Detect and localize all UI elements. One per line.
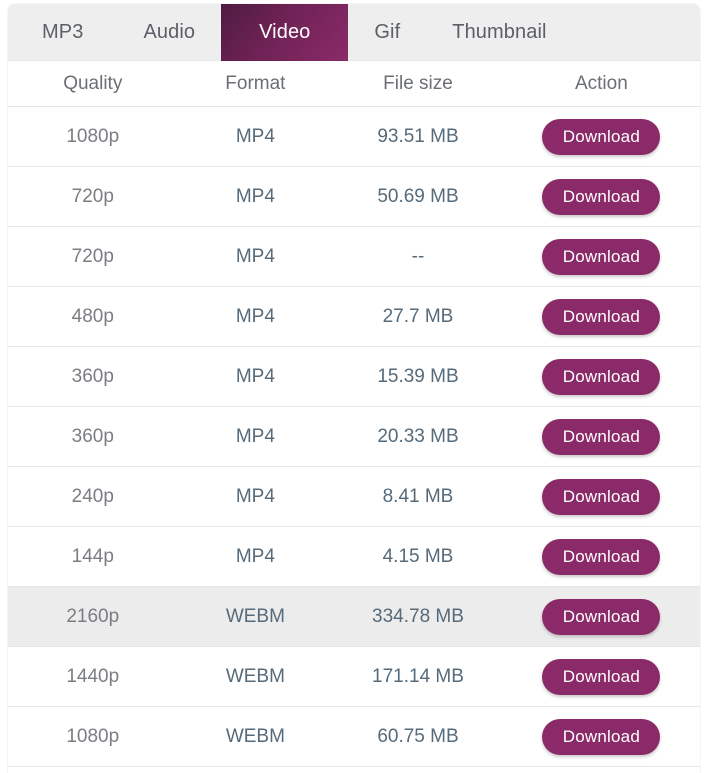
cell-file-size (333, 767, 503, 773)
cell-file-size: 171.14 MB (372, 665, 464, 687)
download-options-table: Quality Format File size Action 1080p MP4… (8, 61, 700, 773)
cell-format: MP4 (235, 365, 275, 387)
table-header: Quality Format File size Action (8, 61, 700, 107)
cell-action: Download (503, 647, 700, 707)
download-button[interactable]: Download (542, 178, 661, 215)
tab-thumbnail[interactable]: Thumbnail (426, 4, 572, 61)
cell-format: MP4 (235, 125, 275, 147)
tab-audio[interactable]: Audio (117, 4, 221, 61)
column-header-quality: Quality (8, 61, 178, 107)
download-button[interactable]: Download (542, 538, 661, 575)
cell-format: MP4 (235, 185, 275, 207)
cell-action: Download (503, 347, 700, 407)
cell-quality: 144p (71, 545, 114, 567)
cell-format: MP4 (235, 245, 275, 267)
download-table-container: Quality Format File size Action 1080p MP4… (8, 61, 700, 773)
cell-format: MP4 (235, 305, 275, 327)
cell-action: Download (503, 707, 700, 767)
cell-action: Download (503, 407, 700, 467)
cell-format: WEBM (225, 665, 285, 687)
cell-quality: 360p (71, 425, 114, 447)
tab-mp3[interactable]: MP3 (8, 4, 117, 61)
table-row[interactable]: 1080p MP4 93.51 MB Download (8, 106, 700, 167)
cell-quality: 1080p (66, 725, 120, 747)
table-row[interactable]: 1080p WEBM 60.75 MB Download (8, 706, 700, 767)
cell-quality (8, 767, 178, 773)
table-row[interactable]: 144p MP4 4.15 MB Download (8, 526, 700, 587)
cell-action: Download (503, 527, 700, 587)
format-tab-bar: MP3 Audio Video Gif Thumbnail (8, 4, 700, 61)
cell-quality: 720p (71, 185, 114, 207)
cell-action: Download (503, 467, 700, 527)
cell-format: WEBM (225, 605, 285, 627)
cell-quality: 2160p (66, 605, 120, 627)
table-row[interactable]: 360p MP4 20.33 MB Download (8, 406, 700, 467)
cell-quality: 360p (71, 365, 114, 387)
column-header-format: Format (177, 61, 334, 107)
table-header-row: Quality Format File size Action (8, 61, 700, 107)
tabbar-trailing-space (573, 4, 700, 61)
table-row[interactable] (8, 766, 700, 773)
cell-file-size: 4.15 MB (382, 545, 454, 567)
cell-file-size: 20.33 MB (377, 425, 459, 447)
cell-quality: 720p (71, 245, 114, 267)
tab-video[interactable]: Video (221, 4, 349, 61)
download-button[interactable]: Download (542, 298, 661, 335)
cell-action (503, 767, 700, 773)
cell-action: Download (503, 107, 700, 167)
cell-file-size: 50.69 MB (377, 185, 459, 207)
table-row[interactable]: 360p MP4 15.39 MB Download (8, 346, 700, 407)
cell-action: Download (503, 587, 700, 647)
table-row[interactable]: 1440p WEBM 171.14 MB Download (8, 646, 700, 707)
cell-format (178, 767, 334, 773)
cell-file-size: 334.78 MB (372, 605, 464, 627)
cell-quality: 480p (71, 305, 114, 327)
download-button[interactable]: Download (542, 718, 661, 755)
column-header-file-size: File size (333, 61, 503, 107)
table-row[interactable]: 720p MP4 -- Download (8, 226, 700, 287)
download-button[interactable]: Download (542, 658, 661, 695)
table-row[interactable]: 480p MP4 27.7 MB Download (8, 286, 700, 347)
table-row[interactable]: 720p MP4 50.69 MB Download (8, 166, 700, 227)
cell-format: MP4 (235, 425, 275, 447)
cell-file-size: -- (411, 245, 425, 267)
cell-quality: 240p (71, 485, 114, 507)
download-button[interactable]: Download (542, 478, 661, 515)
cell-file-size: 8.41 MB (382, 485, 454, 507)
cell-format: WEBM (225, 725, 285, 747)
download-options-panel: MP3 Audio Video Gif Thumbnail Quality Format… (0, 0, 708, 773)
tab-gif[interactable]: Gif (348, 4, 426, 61)
cell-file-size: 60.75 MB (377, 725, 459, 747)
table-row[interactable]: 240p MP4 8.41 MB Download (8, 466, 700, 527)
cell-file-size: 27.7 MB (382, 305, 454, 327)
download-button[interactable]: Download (542, 418, 661, 455)
cell-action: Download (503, 167, 700, 227)
table-body: 1080p MP4 93.51 MB Download 720p MP4 50.69 MB D… (8, 106, 700, 773)
cell-action: Download (503, 227, 700, 287)
column-header-action: Action (502, 61, 700, 107)
table-row[interactable]: 2160p WEBM 334.78 MB Download (8, 586, 700, 647)
cell-quality: 1440p (66, 665, 120, 687)
cell-file-size: 93.51 MB (377, 125, 459, 147)
download-button[interactable]: Download (542, 358, 661, 395)
cell-format: MP4 (235, 485, 275, 507)
download-button[interactable]: Download (542, 118, 661, 155)
download-button[interactable]: Download (542, 238, 661, 275)
cell-quality: 1080p (66, 125, 120, 147)
cell-format: MP4 (235, 545, 275, 567)
download-button[interactable]: Download (542, 598, 661, 635)
cell-action: Download (503, 287, 700, 347)
cell-file-size: 15.39 MB (377, 365, 459, 387)
